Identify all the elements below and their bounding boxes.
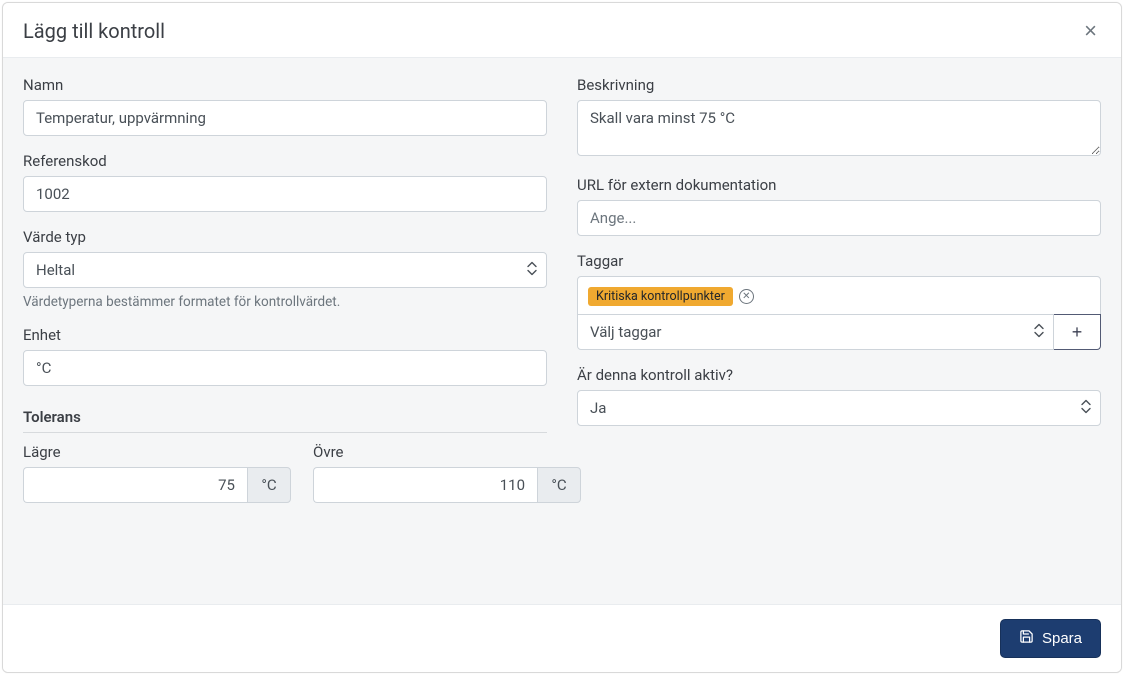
right-column: Beskrivning URL för extern dokumentation…: [577, 76, 1101, 594]
close-button[interactable]: ×: [1080, 20, 1101, 42]
name-field: Namn: [23, 76, 547, 136]
external-url-field: URL för extern dokumentation: [577, 176, 1101, 236]
tolerance-upper-field: Övre °C: [313, 443, 581, 503]
left-column: Namn Referenskod Värde typ Heltal Värdet…: [23, 76, 547, 594]
description-label: Beskrivning: [577, 76, 1101, 94]
unit-input[interactable]: [23, 350, 547, 386]
tolerance-row: Lägre °C Övre °C: [23, 443, 547, 503]
save-icon: [1019, 629, 1034, 648]
value-type-select[interactable]: Heltal: [23, 252, 547, 288]
active-field: Är denna kontroll aktiv? Ja: [577, 366, 1101, 426]
tolerance-lower-group: °C: [23, 467, 291, 503]
modal-title: Lägg till kontroll: [23, 19, 165, 43]
reference-code-field: Referenskod: [23, 152, 547, 212]
tolerance-upper-label: Övre: [313, 443, 581, 461]
description-textarea[interactable]: [577, 100, 1101, 156]
tolerance-lower-label: Lägre: [23, 443, 291, 461]
tag-select-wrap: Välj taggar: [577, 314, 1054, 350]
value-type-field: Värde typ Heltal Värdetyperna bestämmer …: [23, 228, 547, 310]
add-control-modal: Lägg till kontroll × Namn Referenskod Vä…: [2, 2, 1122, 673]
tolerance-lower-unit: °C: [247, 467, 291, 503]
active-select[interactable]: Ja: [577, 390, 1101, 426]
external-url-label: URL för extern dokumentation: [577, 176, 1101, 194]
tag-item: Kritiska kontrollpunkter ✕: [588, 287, 754, 306]
tag-select[interactable]: Välj taggar: [577, 314, 1054, 350]
tolerance-lower-field: Lägre °C: [23, 443, 291, 503]
close-icon: ×: [1084, 18, 1097, 43]
active-label: Är denna kontroll aktiv?: [577, 366, 1101, 384]
save-button[interactable]: Spara: [1000, 619, 1101, 658]
value-type-label: Värde typ: [23, 228, 547, 246]
add-tag-button[interactable]: +: [1053, 314, 1101, 350]
name-input[interactable]: [23, 100, 547, 136]
tag-remove-button[interactable]: ✕: [739, 289, 754, 304]
tolerance-lower-input[interactable]: [23, 467, 247, 503]
tags-box: Kritiska kontrollpunkter ✕: [577, 276, 1101, 315]
modal-footer: Spara: [3, 604, 1121, 672]
tolerance-section-title: Tolerans: [23, 402, 547, 433]
save-button-label: Spara: [1042, 630, 1082, 647]
tag-chip: Kritiska kontrollpunkter: [588, 287, 733, 306]
unit-label: Enhet: [23, 326, 547, 344]
tag-select-row: Välj taggar +: [577, 314, 1101, 350]
description-field: Beskrivning: [577, 76, 1101, 160]
active-select-wrap: Ja: [577, 390, 1101, 426]
name-label: Namn: [23, 76, 547, 94]
value-type-select-wrap: Heltal: [23, 252, 547, 288]
tags-label: Taggar: [577, 252, 1101, 270]
reference-code-input[interactable]: [23, 176, 547, 212]
unit-field: Enhet: [23, 326, 547, 386]
tolerance-upper-input[interactable]: [313, 467, 537, 503]
modal-header: Lägg till kontroll ×: [3, 3, 1121, 58]
reference-code-label: Referenskod: [23, 152, 547, 170]
tolerance-upper-unit: °C: [537, 467, 581, 503]
external-url-input[interactable]: [577, 200, 1101, 236]
modal-body: Namn Referenskod Värde typ Heltal Värdet…: [3, 58, 1121, 604]
x-icon: ✕: [742, 292, 750, 302]
plus-icon: +: [1072, 322, 1083, 343]
tolerance-upper-group: °C: [313, 467, 581, 503]
tags-field: Taggar Kritiska kontrollpunkter ✕ Välj t…: [577, 252, 1101, 350]
value-type-help: Värdetyperna bestämmer formatet för kont…: [23, 294, 547, 310]
